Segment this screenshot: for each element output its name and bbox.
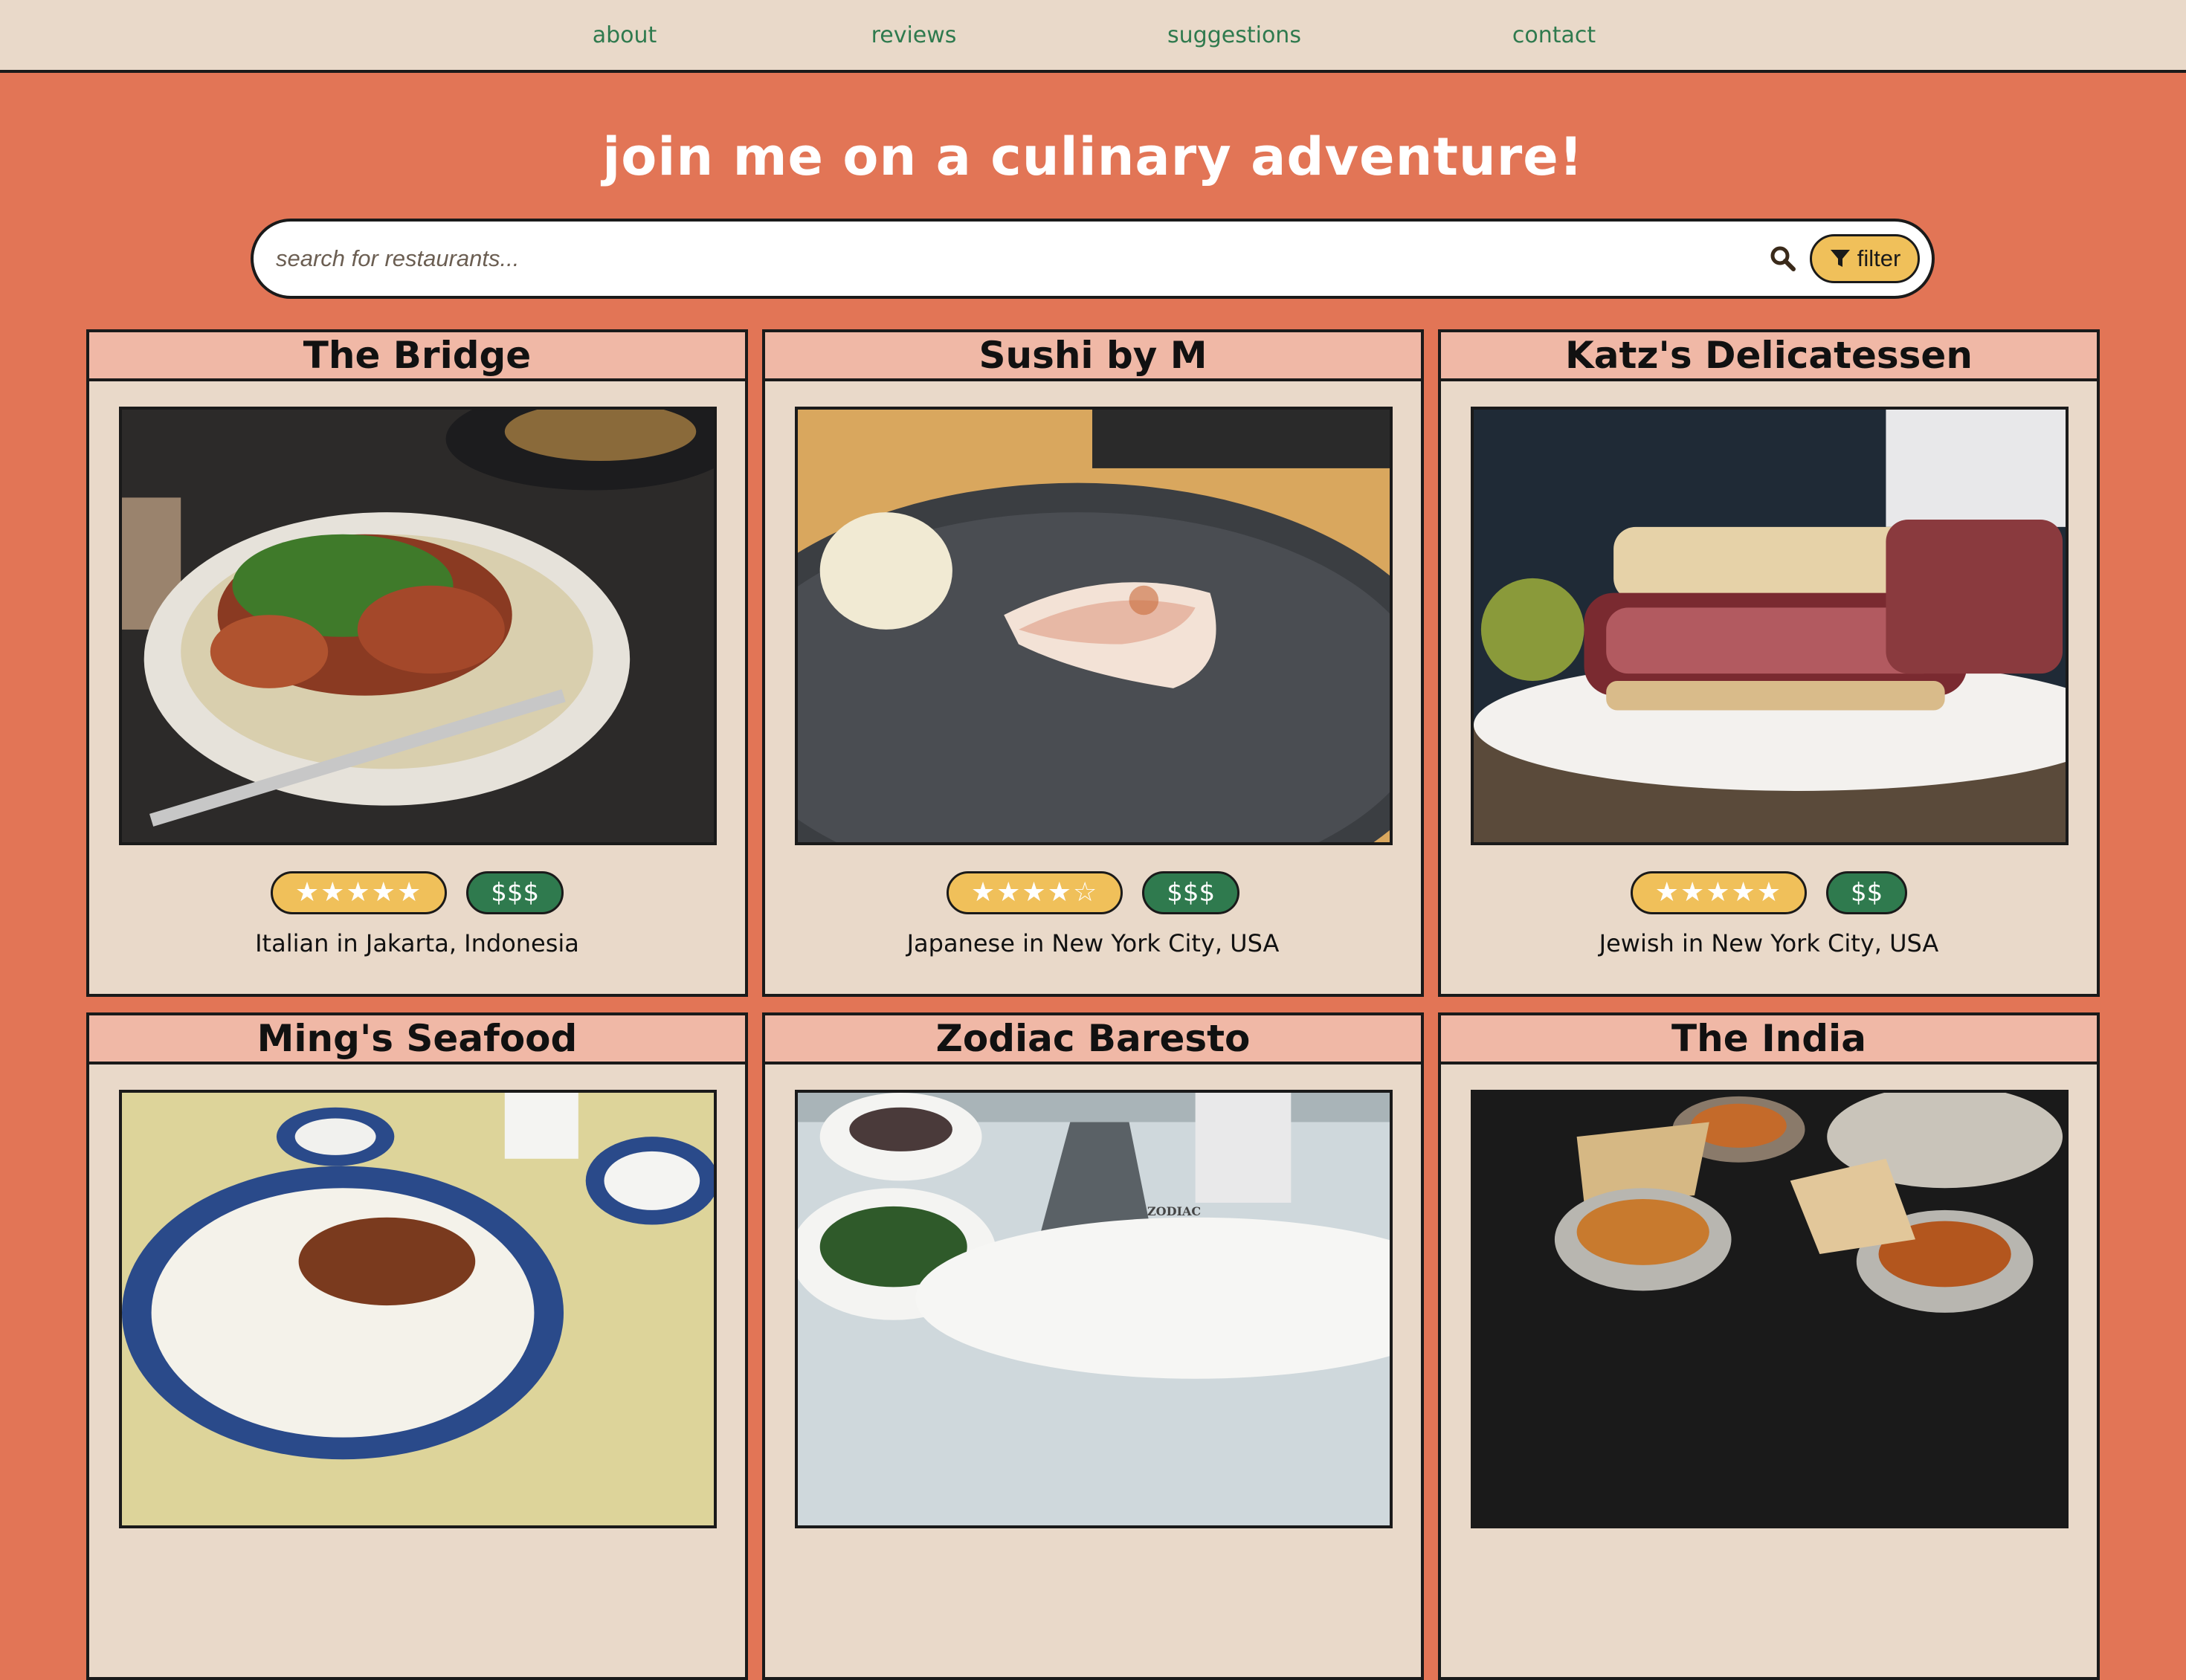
- search-bar: filter: [251, 219, 1935, 299]
- nav-link-reviews[interactable]: reviews: [871, 19, 957, 52]
- restaurant-card[interactable]: The India: [1438, 1012, 2100, 1680]
- restaurant-name: The Bridge: [89, 332, 745, 381]
- cuisine-location: Jewish in New York City, USA: [1599, 929, 1939, 957]
- page-title: join me on a culinary adventure!: [602, 126, 1584, 187]
- restaurant-name: Zodiac Baresto: [765, 1015, 1421, 1064]
- price-badge: $$$: [1142, 871, 1240, 914]
- search-icon[interactable]: [1768, 244, 1798, 274]
- rating-badge: ★★★★★: [1630, 871, 1808, 914]
- restaurant-name: Ming's Seafood: [89, 1015, 745, 1064]
- restaurant-card[interactable]: The Bridge ★★★★★ $$$ Italian in Jakarta,…: [86, 329, 748, 997]
- filter-button[interactable]: filter: [1810, 234, 1920, 283]
- price-badge: $$: [1826, 871, 1908, 914]
- restaurant-card[interactable]: Katz's Delicatessen ★★★★★ $$ Jewish in N…: [1438, 329, 2100, 997]
- nav-link-about[interactable]: about: [593, 19, 657, 52]
- nav-link-contact[interactable]: contact: [1512, 19, 1596, 52]
- badge-row: ★★★★☆ $$$: [765, 871, 1421, 916]
- restaurant-card[interactable]: Sushi by M ★★★★☆ $$$ Japanese in New Yor…: [762, 329, 1424, 997]
- top-nav: about reviews suggestions contact: [0, 0, 2186, 73]
- filter-label: filter: [1857, 245, 1901, 271]
- restaurant-photo[interactable]: [119, 1090, 717, 1528]
- restaurant-name: Katz's Delicatessen: [1441, 332, 2097, 381]
- restaurant-photo[interactable]: [1471, 407, 2069, 845]
- cuisine-location: Japanese in New York City, USA: [906, 929, 1280, 957]
- badge-row: ★★★★★ $$$: [89, 871, 745, 916]
- nav-link-suggestions[interactable]: suggestions: [1167, 19, 1301, 52]
- restaurant-photo[interactable]: [795, 407, 1393, 845]
- restaurant-photo[interactable]: [1471, 1090, 2069, 1528]
- rating-badge: ★★★★★: [270, 871, 448, 914]
- filter-icon: [1830, 250, 1850, 267]
- restaurant-name: Sushi by M: [765, 332, 1421, 381]
- price-badge: $$$: [466, 871, 564, 914]
- restaurant-card[interactable]: Zodiac Baresto ZODIAC: [762, 1012, 1424, 1680]
- search-input[interactable]: [276, 236, 1763, 281]
- cuisine-location: Italian in Jakarta, Indonesia: [255, 929, 579, 957]
- restaurant-name: The India: [1441, 1015, 2097, 1064]
- rating-badge: ★★★★☆: [946, 871, 1123, 914]
- restaurant-photo[interactable]: ZODIAC: [795, 1090, 1393, 1528]
- restaurant-photo[interactable]: [119, 407, 717, 845]
- badge-row: ★★★★★ $$: [1441, 871, 2097, 916]
- restaurant-card[interactable]: Ming's Seafood: [86, 1012, 748, 1680]
- zodiac-photo-text: ZODIAC: [1147, 1204, 1202, 1218]
